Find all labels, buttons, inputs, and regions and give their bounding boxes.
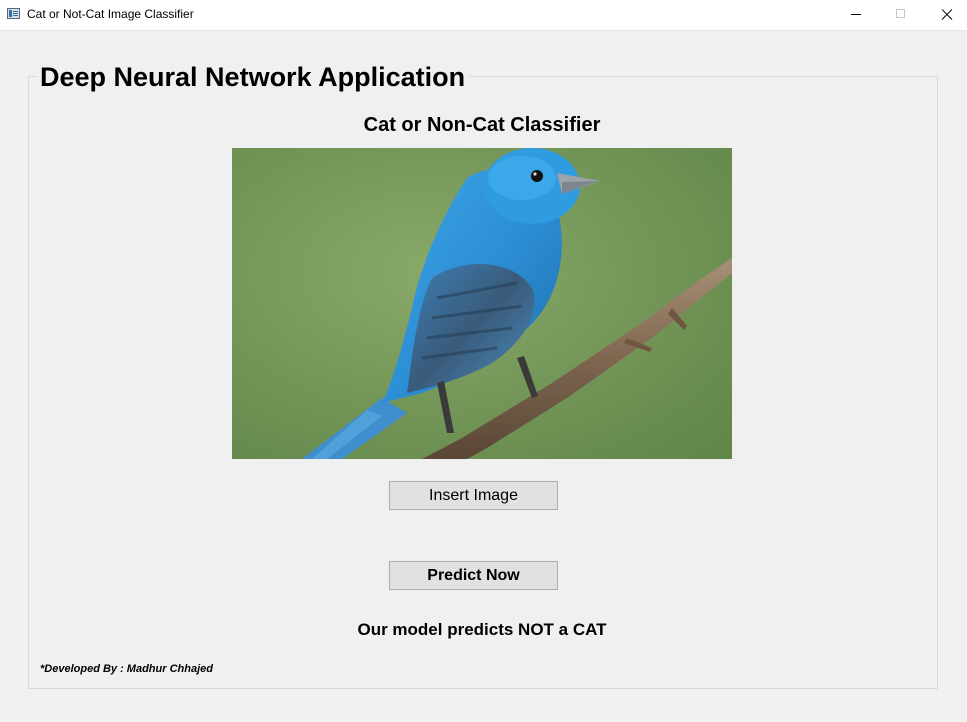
minimize-button[interactable] xyxy=(832,0,878,30)
prediction-result: Our model predicts NOT a CAT xyxy=(357,620,607,639)
close-button[interactable] xyxy=(924,0,967,30)
maximize-icon xyxy=(896,9,905,18)
insert-image-button[interactable]: Insert Image xyxy=(389,481,558,510)
maximize-button[interactable] xyxy=(878,0,924,30)
title-bar: Cat or Not-Cat Image Classifier xyxy=(0,0,967,31)
classifier-subtitle: Cat or Non-Cat Classifier xyxy=(363,114,601,136)
minimize-icon xyxy=(851,14,861,15)
window-title: Cat or Not-Cat Image Classifier xyxy=(27,7,194,21)
app-icon xyxy=(7,8,20,19)
bird-photo xyxy=(302,148,732,459)
image-preview xyxy=(232,148,732,459)
developer-credit: *Developed By : Madhur Chhajed xyxy=(40,663,213,675)
predict-now-button[interactable]: Predict Now xyxy=(389,561,558,590)
group-title: Deep Neural Network Application xyxy=(36,60,470,94)
close-icon xyxy=(940,8,954,22)
